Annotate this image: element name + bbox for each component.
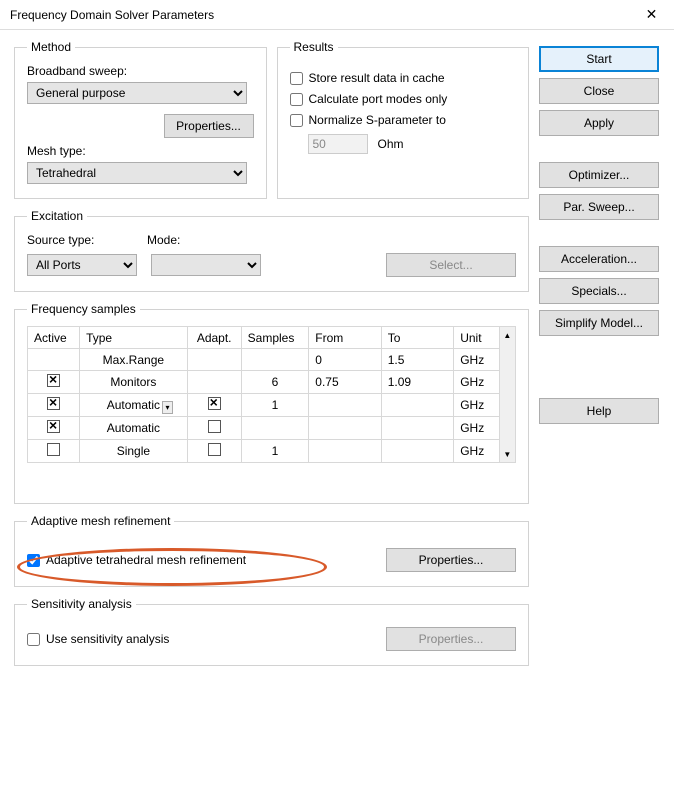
source-type-label: Source type: bbox=[27, 233, 117, 247]
window-title: Frequency Domain Solver Parameters bbox=[10, 8, 629, 22]
ohm-unit-label: Ohm bbox=[378, 137, 404, 151]
from-cell[interactable] bbox=[309, 394, 381, 417]
specials-button[interactable]: Specials... bbox=[539, 278, 659, 304]
unit-cell[interactable]: GHz bbox=[454, 371, 499, 394]
ohm-input bbox=[308, 134, 368, 154]
table-row[interactable]: Automatic GHz bbox=[28, 417, 500, 440]
to-cell[interactable] bbox=[381, 394, 453, 417]
type-cell[interactable]: Automatic bbox=[80, 417, 188, 440]
adaptive-checkbox[interactable] bbox=[27, 554, 40, 567]
store-cache-checkbox[interactable] bbox=[290, 72, 303, 85]
col-from: From bbox=[309, 327, 381, 349]
to-cell[interactable] bbox=[381, 417, 453, 440]
excitation-select-button[interactable]: Select... bbox=[386, 253, 516, 277]
results-legend: Results bbox=[290, 40, 338, 54]
to-cell[interactable]: 1.5 bbox=[381, 349, 453, 371]
simplify-model-button[interactable]: Simplify Model... bbox=[539, 310, 659, 336]
mesh-type-select[interactable]: Tetrahedral bbox=[27, 162, 247, 184]
calc-port-modes-label: Calculate port modes only bbox=[309, 92, 448, 106]
mode-select[interactable] bbox=[151, 254, 261, 276]
samples-cell[interactable] bbox=[241, 417, 309, 440]
adaptive-legend: Adaptive mesh refinement bbox=[27, 514, 174, 528]
par-sweep-button[interactable]: Par. Sweep... bbox=[539, 194, 659, 220]
samples-cell[interactable]: 1 bbox=[241, 440, 309, 463]
sensitivity-group: Sensitivity analysis Use sensitivity ana… bbox=[14, 597, 529, 666]
close-button[interactable]: Close bbox=[539, 78, 659, 104]
sensitivity-checkbox-label: Use sensitivity analysis bbox=[46, 632, 169, 646]
adaptive-properties-button[interactable]: Properties... bbox=[386, 548, 516, 572]
normalize-sparam-label: Normalize S-parameter to bbox=[309, 113, 446, 127]
adaptive-group: Adaptive mesh refinement Adaptive tetrah… bbox=[14, 514, 529, 587]
start-button[interactable]: Start bbox=[539, 46, 659, 72]
frequency-samples-legend: Frequency samples bbox=[27, 302, 140, 316]
store-cache-label: Store result data in cache bbox=[309, 71, 445, 85]
optimizer-button[interactable]: Optimizer... bbox=[539, 162, 659, 188]
col-type: Type bbox=[80, 327, 188, 349]
method-legend: Method bbox=[27, 40, 75, 54]
samples-cell[interactable] bbox=[241, 349, 309, 371]
normalize-sparam-checkbox[interactable] bbox=[290, 114, 303, 127]
adapt-checkbox[interactable] bbox=[208, 443, 221, 456]
table-row[interactable]: Monitors 60.751.09GHz bbox=[28, 371, 500, 394]
samples-cell[interactable]: 1 bbox=[241, 394, 309, 417]
acceleration-button[interactable]: Acceleration... bbox=[539, 246, 659, 272]
adaptive-checkbox-label: Adaptive tetrahedral mesh refinement bbox=[46, 553, 246, 567]
from-cell[interactable] bbox=[309, 417, 381, 440]
calc-port-modes-checkbox[interactable] bbox=[290, 93, 303, 106]
broadband-label: Broadband sweep: bbox=[27, 64, 254, 78]
window-close-button[interactable]: ✕ bbox=[629, 0, 674, 30]
sidebar: Start Close Apply Optimizer... Par. Swee… bbox=[539, 40, 664, 666]
dropdown-arrow-icon[interactable]: ▾ bbox=[162, 401, 173, 414]
table-scrollbar[interactable]: ▲ ▼ bbox=[500, 326, 516, 463]
apply-button[interactable]: Apply bbox=[539, 110, 659, 136]
from-cell[interactable]: 0 bbox=[309, 349, 381, 371]
scroll-down-icon[interactable]: ▼ bbox=[500, 446, 515, 462]
frequency-samples-group: Frequency samples Active Type Adapt. Sam… bbox=[14, 302, 529, 504]
samples-cell[interactable]: 6 bbox=[241, 371, 309, 394]
to-cell[interactable]: 1.09 bbox=[381, 371, 453, 394]
unit-cell[interactable]: GHz bbox=[454, 349, 499, 371]
type-cell[interactable]: Automatic▾ bbox=[80, 394, 188, 417]
to-cell[interactable] bbox=[381, 440, 453, 463]
adapt-checkbox[interactable] bbox=[208, 397, 221, 410]
results-group: Results Store result data in cache Calcu… bbox=[277, 40, 530, 199]
table-row[interactable]: Single 1 GHz bbox=[28, 440, 500, 463]
active-checkbox[interactable] bbox=[47, 374, 60, 387]
mesh-type-label: Mesh type: bbox=[27, 144, 254, 158]
frequency-table[interactable]: Active Type Adapt. Samples From To Unit … bbox=[27, 326, 500, 463]
unit-cell[interactable]: GHz bbox=[454, 440, 499, 463]
scroll-up-icon[interactable]: ▲ bbox=[500, 327, 515, 343]
active-checkbox[interactable] bbox=[47, 397, 60, 410]
mode-label: Mode: bbox=[147, 233, 180, 247]
excitation-legend: Excitation bbox=[27, 209, 87, 223]
method-group: Method Broadband sweep: General purpose … bbox=[14, 40, 267, 199]
sensitivity-properties-button[interactable]: Properties... bbox=[386, 627, 516, 651]
sensitivity-legend: Sensitivity analysis bbox=[27, 597, 136, 611]
from-cell[interactable]: 0.75 bbox=[309, 371, 381, 394]
col-samples: Samples bbox=[241, 327, 309, 349]
unit-cell[interactable]: GHz bbox=[454, 417, 499, 440]
excitation-group: Excitation Source type: Mode: All Ports … bbox=[14, 209, 529, 292]
sensitivity-checkbox[interactable] bbox=[27, 633, 40, 646]
type-cell[interactable]: Single bbox=[80, 440, 188, 463]
unit-cell[interactable]: GHz bbox=[454, 394, 499, 417]
type-cell[interactable]: Monitors bbox=[80, 371, 188, 394]
active-checkbox[interactable] bbox=[47, 420, 60, 433]
active-checkbox[interactable] bbox=[47, 443, 60, 456]
adapt-checkbox[interactable] bbox=[208, 420, 221, 433]
help-button[interactable]: Help bbox=[539, 398, 659, 424]
col-unit: Unit bbox=[454, 327, 499, 349]
broadband-select[interactable]: General purpose bbox=[27, 82, 247, 104]
table-row[interactable]: Automatic▾ 1 GHz bbox=[28, 394, 500, 417]
titlebar: Frequency Domain Solver Parameters ✕ bbox=[0, 0, 674, 30]
from-cell[interactable] bbox=[309, 440, 381, 463]
col-active: Active bbox=[28, 327, 80, 349]
source-type-select[interactable]: All Ports bbox=[27, 254, 137, 276]
table-row[interactable]: Max.Range 01.5GHz bbox=[28, 349, 500, 371]
type-cell[interactable]: Max.Range bbox=[80, 349, 188, 371]
method-properties-button[interactable]: Properties... bbox=[164, 114, 254, 138]
col-to: To bbox=[381, 327, 453, 349]
col-adapt: Adapt. bbox=[187, 327, 241, 349]
